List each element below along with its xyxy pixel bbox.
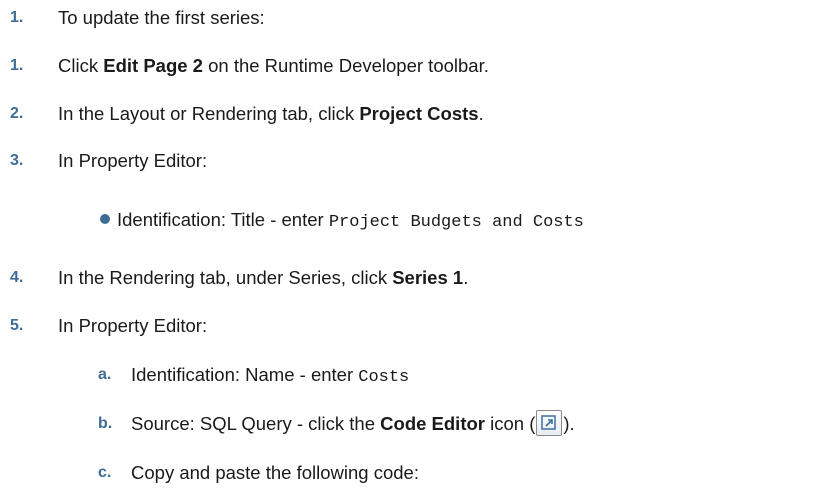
step-text: In the Layout or Rendering tab, click Pr… — [58, 103, 484, 124]
step-4: 4. In the Rendering tab, under Series, c… — [0, 263, 814, 293]
step-number: 1. — [10, 57, 24, 74]
substep-c: c. Copy and paste the following code: — [0, 458, 814, 488]
substep-text: Source: SQL Query - click the Code Edito… — [131, 409, 575, 439]
step-number: 4. — [10, 269, 24, 286]
step-text: In the Rendering tab, under Series, clic… — [58, 267, 469, 288]
substep-b: b. Source: SQL Query - click the Code Ed… — [0, 409, 814, 439]
ui-label-project-costs: Project Costs — [359, 103, 479, 124]
step-1: 1. Click Edit Page 2 on the Runtime Deve… — [0, 51, 814, 81]
instruction-document: 1. To update the first series: 1. Click … — [0, 0, 814, 497]
step-number: 1. — [10, 9, 24, 26]
step-text: In Property Editor: — [58, 150, 208, 171]
expand-arrow-icon — [541, 415, 557, 430]
step-number: 3. — [10, 152, 24, 169]
code-value: Project Budgets and Costs — [328, 213, 584, 232]
bullet-text: Identification: Title - enter Project Bu… — [117, 209, 584, 232]
step-text: Click Edit Page 2 on the Runtime Develop… — [58, 55, 489, 76]
step-number: 2. — [10, 105, 24, 122]
step-3: 3. In Property Editor: — [0, 146, 814, 176]
step-text: In Property Editor: — [58, 315, 208, 336]
code-value: Costs — [358, 368, 410, 387]
step-2: 2. In the Layout or Rendering tab, click… — [0, 99, 814, 129]
step-number: 5. — [10, 317, 24, 334]
step-5: 5. In Property Editor: — [0, 311, 814, 341]
step-intro: 1. To update the first series: — [0, 3, 814, 33]
bullet-item: Identification: Title - enter Project Bu… — [0, 205, 814, 235]
substep-a: a. Identification: Name - enter Costs — [0, 360, 814, 390]
step-text: To update the first series: — [58, 7, 265, 28]
substep-text: Copy and paste the following code: — [131, 462, 419, 483]
ui-label-series-1: Series 1 — [392, 267, 464, 288]
bullet-dot — [100, 214, 110, 224]
substep-text: Identification: Name - enter Costs — [131, 364, 410, 387]
code-editor-icon — [536, 410, 563, 436]
ui-label-code-editor: Code Editor — [380, 413, 485, 434]
ui-label-edit-page: Edit Page 2 — [103, 55, 203, 76]
